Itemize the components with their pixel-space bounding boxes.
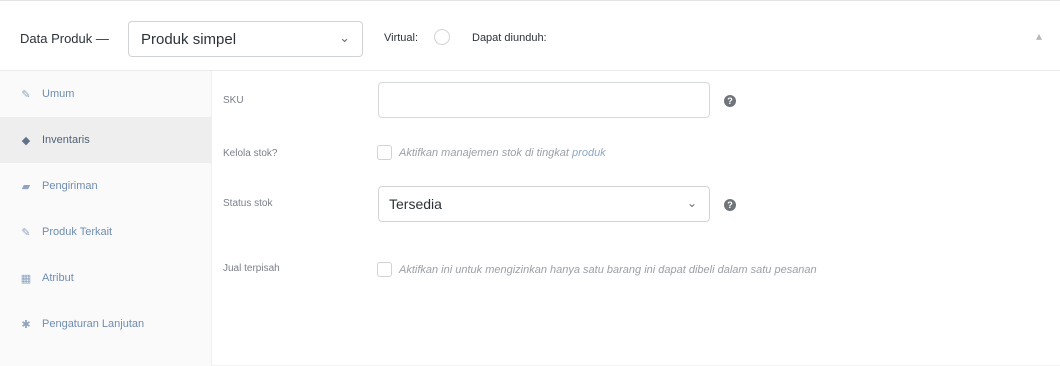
product-data-panel: Data Produk — Produk simpel ⌄ Virtual: D… — [0, 0, 1060, 366]
inventory-panel: SKU ? Kelola stok? Aktifkan manajemen st… — [212, 71, 1060, 366]
manage-stock-link[interactable]: produk — [572, 147, 606, 159]
link-icon: ✎ — [21, 226, 31, 239]
product-data-header: Data Produk — Produk simpel ⌄ Virtual: D… — [0, 1, 1060, 71]
tab-label: Atribut — [42, 272, 74, 284]
stock-status-value: Tersedia — [389, 196, 442, 212]
virtual-label: Virtual: — [384, 32, 419, 44]
tab-label: Pengiriman — [42, 180, 98, 192]
tab-shipping[interactable]: ▰ Pengiriman — [0, 163, 212, 209]
tab-label: Pengaturan Lanjutan — [42, 318, 145, 330]
manage-stock-description: Aktifkan manajemen stok di tingkat produ… — [399, 147, 606, 159]
diamond-icon: ◆ — [21, 134, 31, 147]
stock-status-select[interactable]: Tersedia ⌄ — [378, 186, 710, 222]
downloadable-label: Dapat diunduh: — [472, 32, 547, 44]
tab-general[interactable]: ✎ Umum — [0, 71, 212, 117]
tab-label: Produk Terkait — [42, 226, 113, 238]
truck-icon: ▰ — [21, 180, 31, 193]
tab-advanced[interactable]: ✱ Pengaturan Lanjutan — [0, 301, 212, 347]
product-data-tabs: ✎ Umum ◆ Inventaris ▰ Pengiriman ✎ Produ… — [0, 71, 212, 366]
sold-individually-label: Jual terpisah — [223, 263, 280, 274]
chevron-down-icon: ⌄ — [339, 30, 350, 45]
sku-input[interactable] — [378, 82, 710, 118]
manage-stock-checkbox[interactable] — [377, 145, 392, 160]
table-icon: ▦ — [20, 272, 32, 285]
help-icon[interactable]: ? — [724, 95, 736, 107]
tab-inventory[interactable]: ◆ Inventaris — [0, 117, 212, 163]
caret-up-icon[interactable]: ▴ — [1036, 29, 1042, 43]
gear-icon: ✱ — [21, 318, 31, 331]
stock-status-label: Status stok — [223, 198, 273, 209]
product-type-select[interactable]: Produk simpel ⌄ — [128, 21, 363, 57]
tab-linked-products[interactable]: ✎ Produk Terkait — [0, 209, 212, 255]
tab-label: Inventaris — [42, 134, 90, 146]
help-icon[interactable]: ? — [724, 199, 736, 211]
virtual-checkbox[interactable] — [434, 29, 450, 45]
tab-attributes[interactable]: ▦ Atribut — [0, 255, 212, 301]
wrench-icon: ✎ — [21, 88, 31, 101]
tab-label: Umum — [42, 88, 75, 100]
product-data-title: Data Produk — — [20, 31, 109, 46]
product-type-value: Produk simpel — [141, 30, 237, 48]
sold-individually-checkbox[interactable] — [377, 262, 392, 277]
manage-stock-label: Kelola stok? — [223, 148, 278, 159]
sku-label: SKU — [223, 95, 244, 106]
sold-individually-description: Aktifkan ini untuk mengizinkan hanya sat… — [399, 264, 817, 276]
manage-stock-text: Aktifkan manajemen stok di tingkat — [399, 147, 569, 159]
chevron-down-icon: ⌄ — [686, 196, 697, 210]
